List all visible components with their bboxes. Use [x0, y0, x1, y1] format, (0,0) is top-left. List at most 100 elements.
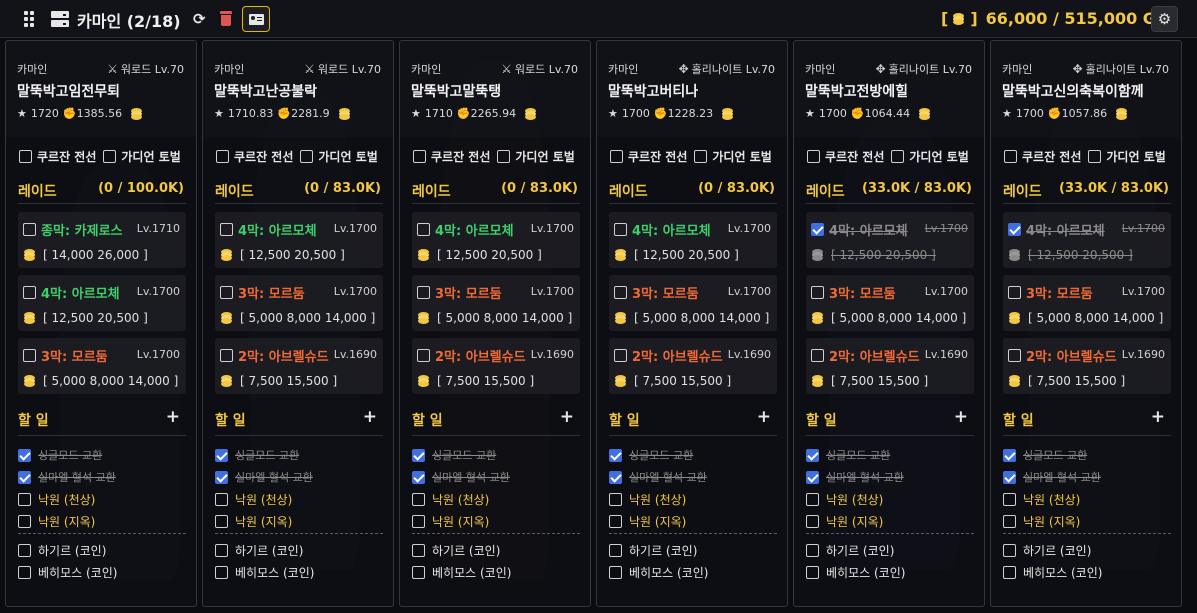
character-name[interactable]: 말뚝박고임전무퇴: [17, 81, 120, 101]
todo-checkbox[interactable]: [18, 544, 31, 557]
guardian-checkbox[interactable]: [497, 150, 511, 163]
kurzan-checkbox[interactable]: [19, 150, 32, 163]
raid-checkbox[interactable]: [614, 349, 627, 362]
raid-checkbox[interactable]: [417, 349, 430, 362]
todo-item[interactable]: 싱글모드 교환: [18, 447, 102, 463]
character-name[interactable]: 말뚝박고말뚝탱: [411, 81, 501, 101]
character-name[interactable]: 말뚝박고전방에힐: [805, 81, 908, 101]
todo-item[interactable]: 싱글모드 교환: [412, 447, 496, 463]
raid-checkbox[interactable]: [1008, 349, 1021, 362]
todo-checkbox[interactable]: [215, 544, 228, 557]
raid-card[interactable]: 3막: 모르둠 Lv.1700 [ 5,000 8,000 14,000 ]: [215, 275, 383, 331]
raid-card[interactable]: 4막: 아르모체 Lv.1700 [ 12,500 20,500 ]: [18, 275, 186, 331]
todo-item[interactable]: 낙원 (천상): [1003, 491, 1080, 508]
todo-item[interactable]: 낙원 (지옥): [18, 513, 95, 530]
raid-checkbox[interactable]: [417, 223, 430, 236]
todo-item[interactable]: 싱글모드 교환: [609, 447, 693, 463]
todo-item[interactable]: 낙원 (천상): [215, 491, 292, 508]
todo-checkbox[interactable]: [1003, 493, 1016, 506]
todo-checkbox[interactable]: [609, 493, 622, 506]
todo-item[interactable]: 하기르 (코인): [18, 542, 106, 559]
raid-checkbox[interactable]: [220, 223, 233, 236]
raid-card[interactable]: 4막: 아르모체 Lv.1700 [ 12,500 20,500 ]: [609, 212, 777, 268]
todo-checkbox[interactable]: [412, 448, 425, 462]
refresh-icon[interactable]: ⟳: [193, 10, 206, 28]
todo-item[interactable]: 싱글모드 교환: [1003, 447, 1087, 463]
raid-checkbox[interactable]: [1008, 223, 1021, 236]
todo-item[interactable]: 낙원 (천상): [806, 491, 883, 508]
todo-checkbox[interactable]: [609, 515, 622, 528]
todo-checkbox[interactable]: [412, 493, 425, 506]
gold-coin-icon[interactable]: [338, 108, 352, 120]
gold-coin-icon[interactable]: [721, 108, 735, 120]
todo-checkbox[interactable]: [806, 515, 819, 528]
todo-checkbox[interactable]: [215, 566, 228, 579]
todo-item[interactable]: 낙원 (지옥): [215, 513, 292, 530]
todo-checkbox[interactable]: [806, 493, 819, 506]
todo-checkbox[interactable]: [215, 493, 228, 506]
todo-checkbox[interactable]: [18, 566, 31, 579]
raid-card[interactable]: 4막: 아르모체 Lv.1700 [ 12,500 20,500 ]: [806, 212, 974, 268]
todo-item[interactable]: 하기르 (코인): [609, 542, 697, 559]
raid-checkbox[interactable]: [220, 286, 233, 299]
raid-checkbox[interactable]: [417, 286, 430, 299]
todo-item[interactable]: 베히모스 (코인): [215, 564, 314, 581]
raid-checkbox[interactable]: [811, 286, 824, 299]
id-card-button[interactable]: [242, 6, 270, 32]
todo-item[interactable]: 싱글모드 교환: [806, 447, 890, 463]
todo-item[interactable]: 싱글모드 교환: [215, 447, 299, 463]
todo-checkbox[interactable]: [609, 544, 622, 557]
todo-item[interactable]: 베히모스 (코인): [1003, 564, 1102, 581]
raid-card[interactable]: 3막: 모르둠 Lv.1700 [ 5,000 8,000 14,000 ]: [1003, 275, 1171, 331]
todo-checkbox[interactable]: [18, 493, 31, 506]
todo-item[interactable]: 하기르 (코인): [412, 542, 500, 559]
todo-checkbox[interactable]: [806, 544, 819, 557]
todo-item[interactable]: 낙원 (지옥): [1003, 513, 1080, 530]
todo-item[interactable]: 낙원 (천상): [412, 491, 489, 508]
todo-item[interactable]: 낙원 (천상): [609, 491, 686, 508]
todo-item[interactable]: 베히모스 (코인): [18, 564, 117, 581]
todo-item[interactable]: 실마엘 혈석 교환: [1003, 469, 1101, 485]
kurzan-checkbox[interactable]: [216, 150, 229, 163]
todo-item[interactable]: 베히모스 (코인): [609, 564, 708, 581]
raid-card[interactable]: 3막: 모르둠 Lv.1700 [ 5,000 8,000 14,000 ]: [412, 275, 580, 331]
guardian-checkbox[interactable]: [103, 150, 117, 163]
raid-checkbox[interactable]: [220, 349, 233, 362]
guardian-checkbox[interactable]: [1088, 150, 1102, 163]
raid-card[interactable]: 4막: 아르모체 Lv.1700 [ 12,500 20,500 ]: [215, 212, 383, 268]
todo-item[interactable]: 낙원 (지옥): [806, 513, 883, 530]
todo-checkbox[interactable]: [215, 448, 228, 462]
add-todo-button[interactable]: +: [166, 409, 180, 430]
raid-card[interactable]: 4막: 아르모체 Lv.1700 [ 12,500 20,500 ]: [1003, 212, 1171, 268]
guardian-checkbox[interactable]: [300, 150, 314, 163]
todo-checkbox[interactable]: [609, 448, 622, 462]
raid-card[interactable]: 3막: 모르둠 Lv.1700 [ 5,000 8,000 14,000 ]: [609, 275, 777, 331]
kurzan-checkbox[interactable]: [1004, 150, 1017, 163]
raid-card[interactable]: 3막: 모르둠 Lv.1700 [ 5,000 8,000 14,000 ]: [806, 275, 974, 331]
gold-coin-icon[interactable]: [130, 108, 144, 120]
add-todo-button[interactable]: +: [1151, 409, 1165, 430]
todo-checkbox[interactable]: [412, 544, 425, 557]
raid-checkbox[interactable]: [23, 223, 36, 236]
raid-checkbox[interactable]: [1008, 286, 1021, 299]
todo-checkbox[interactable]: [1003, 566, 1016, 579]
todo-checkbox[interactable]: [1003, 544, 1016, 557]
grid-icon[interactable]: [24, 11, 38, 27]
character-name[interactable]: 말뚝박고버티나: [608, 81, 698, 101]
todo-checkbox[interactable]: [1003, 470, 1016, 484]
todo-item[interactable]: 실마엘 혈석 교환: [18, 469, 116, 485]
kurzan-checkbox[interactable]: [807, 150, 820, 163]
todo-item[interactable]: 베히모스 (코인): [412, 564, 511, 581]
gold-coin-icon[interactable]: [1115, 108, 1129, 120]
raid-card[interactable]: 2막: 아브렐슈드 Lv.1690 [ 7,500 15,500 ]: [806, 338, 974, 394]
todo-checkbox[interactable]: [412, 470, 425, 484]
raid-card[interactable]: 2막: 아브렐슈드 Lv.1690 [ 7,500 15,500 ]: [1003, 338, 1171, 394]
todo-item[interactable]: 베히모스 (코인): [806, 564, 905, 581]
gold-coin-icon[interactable]: [524, 108, 538, 120]
raid-checkbox[interactable]: [811, 223, 824, 236]
todo-checkbox[interactable]: [412, 566, 425, 579]
raid-checkbox[interactable]: [614, 223, 627, 236]
add-todo-button[interactable]: +: [363, 409, 377, 430]
todo-checkbox[interactable]: [806, 448, 819, 462]
todo-item[interactable]: 실마엘 혈석 교환: [412, 469, 510, 485]
